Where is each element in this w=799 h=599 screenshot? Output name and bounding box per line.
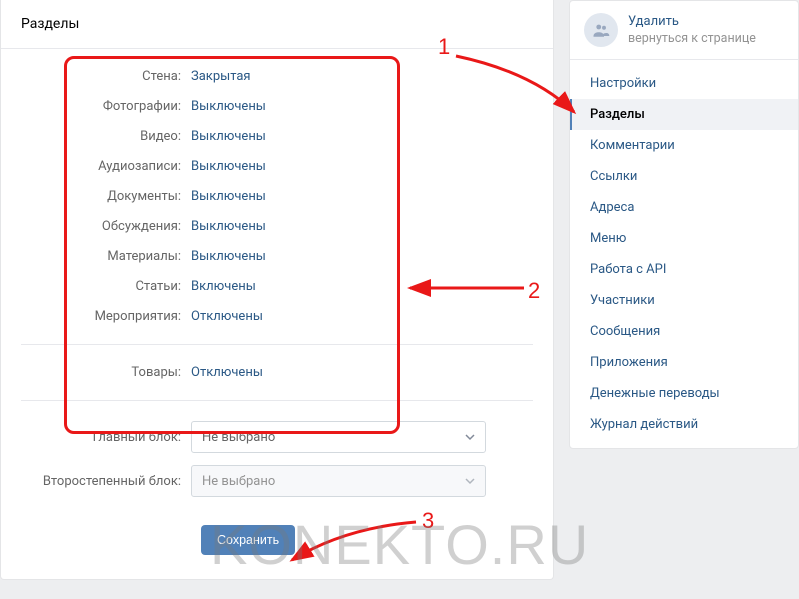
setting-row-goods: Товары: Отключены: [21, 365, 533, 380]
setting-label: Документы:: [21, 189, 191, 204]
setting-row: Стена:Закрытая: [21, 69, 533, 84]
return-link[interactable]: вернуться к странице: [628, 31, 756, 48]
sidebar-nav-item[interactable]: Разделы: [570, 99, 798, 130]
setting-value-link[interactable]: Выключены: [191, 249, 266, 264]
select-label: Второстепенный блок:: [21, 474, 191, 489]
main-panel: Разделы Стена:ЗакрытаяФотографии:Выключе…: [0, 0, 554, 580]
chevron-down-icon: [465, 476, 475, 486]
setting-label: Материалы:: [21, 249, 191, 264]
setting-value-link[interactable]: Выключены: [191, 129, 266, 144]
setting-value-link[interactable]: Выключены: [191, 219, 266, 234]
sidebar-nav-item[interactable]: Участники: [570, 285, 798, 316]
sidebar-nav-item[interactable]: Адреса: [570, 192, 798, 223]
setting-row: Видео:Выключены: [21, 129, 533, 144]
setting-row: Фотографии:Выключены: [21, 99, 533, 114]
setting-label: Статьи:: [21, 279, 191, 294]
main-block-row: Главный блок: Не выбрано: [21, 421, 533, 453]
setting-label: Аудиозаписи:: [21, 159, 191, 174]
sidebar-nav-item[interactable]: Ссылки: [570, 161, 798, 192]
setting-value-link[interactable]: Отключены: [191, 309, 263, 324]
setting-value-link[interactable]: Закрытая: [191, 69, 251, 84]
chevron-down-icon: [465, 432, 475, 442]
setting-row: Мероприятия:Отключены: [21, 309, 533, 324]
setting-label: Фотографии:: [21, 99, 191, 114]
setting-value-link[interactable]: Включены: [191, 279, 256, 294]
setting-label: Видео:: [21, 129, 191, 144]
setting-row: Материалы:Выключены: [21, 249, 533, 264]
sidebar-nav-item[interactable]: Меню: [570, 223, 798, 254]
sidebar: Удалить вернуться к странице НастройкиРа…: [569, 0, 799, 449]
save-button[interactable]: Сохранить: [201, 525, 295, 555]
setting-label: Стена:: [21, 69, 191, 84]
setting-label: Мероприятия:: [21, 309, 191, 324]
setting-row: Обсуждения:Выключены: [21, 219, 533, 234]
sidebar-nav-item[interactable]: Комментарии: [570, 130, 798, 161]
setting-label: Обсуждения:: [21, 219, 191, 234]
divider: [21, 344, 533, 345]
secondary-block-select: Не выбрано: [191, 465, 486, 497]
select-value: Не выбрано: [202, 430, 275, 445]
setting-row: Документы:Выключены: [21, 189, 533, 204]
group-avatar-icon: [584, 13, 618, 47]
panel-title: Разделы: [1, 0, 553, 49]
sidebar-nav-item[interactable]: Журнал действий: [570, 409, 798, 440]
sidebar-nav-item[interactable]: Настройки: [570, 68, 798, 99]
setting-row: Аудиозаписи:Выключены: [21, 159, 533, 174]
setting-value-link[interactable]: Выключены: [191, 99, 266, 114]
setting-value-link[interactable]: Выключены: [191, 189, 266, 204]
secondary-block-row: Второстепенный блок: Не выбрано: [21, 465, 533, 497]
main-block-select[interactable]: Не выбрано: [191, 421, 486, 453]
nav-list: НастройкиРазделыКомментарииСсылкиАдресаМ…: [570, 60, 798, 448]
annotation-number-3: 3: [422, 508, 434, 534]
annotation-number-1: 1: [438, 34, 450, 60]
divider: [21, 400, 533, 401]
sidebar-nav-item[interactable]: Работа с API: [570, 254, 798, 285]
setting-row: Статьи:Включены: [21, 279, 533, 294]
annotation-number-2: 2: [528, 278, 540, 304]
setting-value-link[interactable]: Выключены: [191, 159, 266, 174]
select-value: Не выбрано: [202, 474, 275, 489]
sidebar-header: Удалить вернуться к странице: [570, 1, 798, 60]
select-label: Главный блок:: [21, 430, 191, 445]
setting-label: Товары:: [21, 365, 191, 380]
sidebar-nav-item[interactable]: Денежные переводы: [570, 378, 798, 409]
setting-value-link[interactable]: Отключены: [191, 365, 263, 380]
sidebar-nav-item[interactable]: Сообщения: [570, 316, 798, 347]
delete-link[interactable]: Удалить: [628, 13, 756, 31]
sidebar-nav-item[interactable]: Приложения: [570, 347, 798, 378]
